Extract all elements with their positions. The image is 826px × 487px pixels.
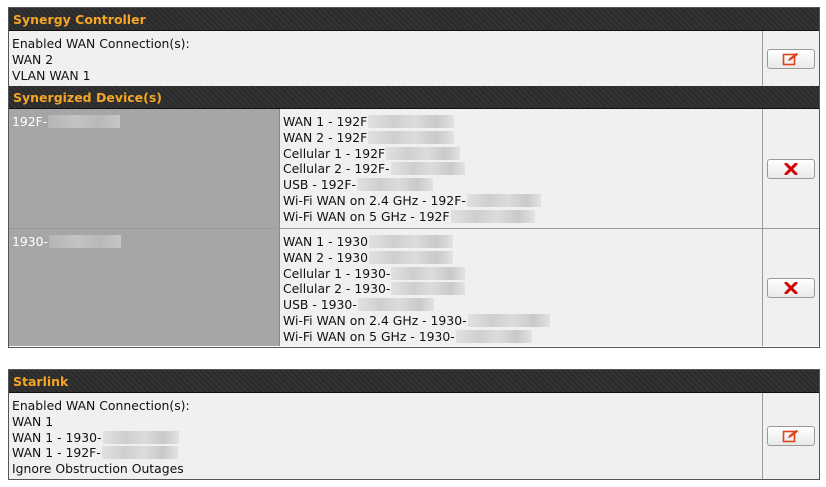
synergy-controller-wan: WAN 2 xyxy=(12,51,54,67)
device-name-cell: 1930- xyxy=(9,229,280,346)
connection-item: WAN 2 - 192F xyxy=(283,130,759,146)
device-name: 1930- xyxy=(12,234,49,249)
starlink-info: Enabled WAN Connection(s): WAN 1 WAN 1 -… xyxy=(9,393,762,479)
starlink-wan: WAN 1 - 192F- xyxy=(12,445,759,461)
device-action-cell xyxy=(762,229,819,346)
starlink-header: Starlink xyxy=(9,370,819,393)
device-name: 192F- xyxy=(12,114,48,129)
connection-item: Cellular 2 - 1930- xyxy=(283,281,759,297)
device-connections: WAN 1 - 192F WAN 2 - 192F Cellular 1 - 1… xyxy=(280,109,762,228)
starlink-panel: Starlink Enabled WAN Connection(s): WAN … xyxy=(8,369,820,480)
synergy-controller-wan: VLAN WAN 1 xyxy=(12,67,91,83)
connection-item: WAN 1 - 1930 xyxy=(283,234,759,250)
device-name-cell: 192F- xyxy=(9,109,280,228)
delete-icon xyxy=(784,162,798,175)
synergized-devices-header: Synergized Device(s) xyxy=(9,86,819,109)
starlink-action-cell xyxy=(762,393,819,479)
synergy-controller-action-cell xyxy=(762,31,819,86)
connection-item: USB - 192F- xyxy=(283,177,759,193)
redacted-serial xyxy=(48,115,121,128)
delete-device-button[interactable] xyxy=(767,277,815,298)
connection-item: Cellular 2 - 192F- xyxy=(283,161,759,177)
connection-item: WAN 1 - 192F xyxy=(283,114,759,130)
synergy-controller-header: Synergy Controller xyxy=(9,8,819,31)
synergy-controller-info: Enabled WAN Connection(s): WAN 2 VLAN WA… xyxy=(9,31,762,86)
starlink-option: Ignore Obstruction Outages xyxy=(12,461,184,477)
connection-item: Wi-Fi WAN on 5 GHz - 192F xyxy=(283,209,759,225)
synergy-controller-row: Enabled WAN Connection(s): WAN 2 VLAN WA… xyxy=(9,31,819,86)
edit-icon xyxy=(782,52,800,66)
connection-item: USB - 1930- xyxy=(283,297,759,313)
device-action-cell xyxy=(762,109,819,228)
starlink-wan: WAN 1 xyxy=(12,413,54,429)
starlink-wan: WAN 1 - 1930- xyxy=(12,430,759,446)
edit-button[interactable] xyxy=(767,48,815,69)
edit-icon xyxy=(782,429,800,443)
device-connections: WAN 1 - 1930 WAN 2 - 1930 Cellular 1 - 1… xyxy=(280,229,762,346)
connection-item: WAN 2 - 1930 xyxy=(283,250,759,266)
edit-button[interactable] xyxy=(767,426,815,446)
delete-device-button[interactable] xyxy=(767,158,815,179)
synergy-panel: Synergy Controller Enabled WAN Connectio… xyxy=(8,7,820,348)
synergy-controller-label: Enabled WAN Connection(s): xyxy=(12,36,190,51)
starlink-label: Enabled WAN Connection(s): xyxy=(12,398,190,413)
delete-icon xyxy=(784,281,798,294)
device-row: 192F- WAN 1 - 192F WAN 2 - 192F Cellular… xyxy=(9,109,819,228)
device-row: 1930- WAN 1 - 1930 WAN 2 - 1930 Cellular… xyxy=(9,228,819,346)
connection-item: Wi-Fi WAN on 2.4 GHz - 1930- xyxy=(283,313,759,329)
starlink-row: Enabled WAN Connection(s): WAN 1 WAN 1 -… xyxy=(9,393,819,479)
connection-item: Cellular 1 - 1930- xyxy=(283,266,759,282)
connection-item: Cellular 1 - 192F xyxy=(283,146,759,162)
redacted-serial xyxy=(49,235,122,248)
connection-item: Wi-Fi WAN on 2.4 GHz - 192F- xyxy=(283,193,759,209)
connection-item: Wi-Fi WAN on 5 GHz - 1930- xyxy=(283,329,759,345)
